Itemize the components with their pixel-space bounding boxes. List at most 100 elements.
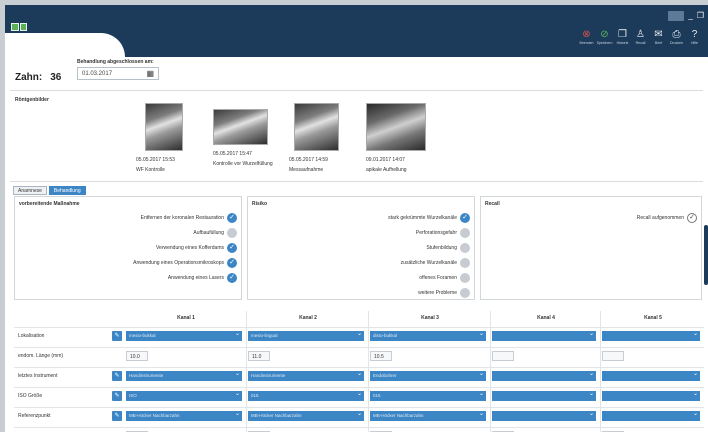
checklist-label: Perforationsgefahr [415,230,457,236]
row-label: endom. Länge (mm) [18,353,64,359]
grid-view-icon[interactable] [668,11,685,21]
checklist-item[interactable]: Anwendung eines Operationsmikroskops ✓ [133,258,237,268]
scrollbar[interactable] [704,225,708,285]
print-icon: ⎙ [672,29,681,40]
dropdown-select[interactable] [602,391,700,401]
number-input[interactable] [602,351,624,361]
xray-image[interactable] [144,103,183,151]
date-field[interactable]: 01.03.2017 ▦ [77,67,159,80]
checklist-label: Anwendung eines Operationsmikroskops [133,260,224,266]
dropdown-select[interactable]: disto-bukkal [370,331,486,341]
dropdown-select[interactable] [602,331,700,341]
dropdown-select[interactable]: 015 [370,391,486,401]
dropdown-select[interactable] [602,411,700,421]
row-divider [14,367,704,368]
check-icon[interactable] [227,228,237,238]
dropdown-select[interactable] [602,371,700,381]
letter-icon: ✉ [654,29,663,40]
dropdown-select[interactable]: Endobohrer [370,371,486,381]
toolbar-label: Hilfe [690,41,698,45]
check-icon[interactable]: ✓ [227,258,237,268]
checklist-item[interactable]: stark gekrümmte Wurzelkanäle ✓ [388,213,470,223]
checklist-item[interactable]: Anwendung eines Lasers ✓ [168,273,237,283]
dropdown-select[interactable]: MB-Höcker Nachbarzahn [248,411,364,421]
xray-image[interactable] [213,109,268,145]
number-input[interactable] [492,351,514,361]
edit-icon[interactable]: ✎ [112,331,122,341]
toolbar-button[interactable]: ⊘ Speichern [597,29,613,45]
calendar-icon[interactable]: ▦ [146,69,154,78]
checklist-item[interactable]: Recall aufgenommen ✓ [637,213,697,223]
divider [10,90,703,91]
checklist-item[interactable]: zusätzliche Wurzelkanäle [401,258,470,268]
toolbar-button[interactable]: ❐ Historie [615,29,630,45]
column-divider [368,311,369,432]
checklist-item[interactable]: Verwendung eines Kofferdams ✓ [156,243,237,253]
check-icon[interactable] [460,228,470,238]
dropdown-select[interactable] [492,371,596,381]
checklist-item[interactable]: Entfernen der koronalen Restauration ✓ [141,213,237,223]
number-input[interactable]: 11.0 [248,351,270,361]
number-input[interactable]: 10.0 [126,351,148,361]
dropdown-select[interactable]: Handinstrumente [126,371,242,381]
edit-icon[interactable]: ✎ [112,391,122,401]
xray-caption: Kontrolle vor Wurzelfüllung [213,161,273,167]
number-input[interactable]: 10.5 [370,351,392,361]
xray-card[interactable]: 05.05.2017 14:59 Messaufnahme [289,103,344,173]
xray-image[interactable] [294,103,339,151]
date-value: 01.03.2017 [82,71,113,77]
dropdown-select[interactable] [492,331,596,341]
dropdown-select[interactable]: mesio-bukkal [126,331,242,341]
save-check-icon: ⊘ [600,29,609,40]
panel-title: Risiko [252,201,268,207]
app-window: _ ❐ ⊗ Beenden ⊘ Speichern ❐ Historie ♙ Recall ✉ B… [5,5,708,432]
check-icon[interactable]: ✓ [460,213,470,223]
checklist-item[interactable]: weitere Probleme [418,288,470,298]
minimize-icon[interactable]: _ [688,11,692,21]
toolbar-button[interactable]: ⊗ Beenden [579,29,594,45]
dropdown-select[interactable]: mesio-lingual [248,331,364,341]
check-icon[interactable] [460,243,470,253]
dropdown-select[interactable]: 015 [248,391,364,401]
row-divider [14,427,704,428]
checklist-item[interactable]: Stufenbildung [426,243,470,253]
dropdown-select[interactable]: MB-Höcker Nachbarzahn [126,411,242,421]
toolbar-button[interactable]: ⎙ Drucken [669,29,684,45]
checklist-item[interactable]: offenes Foramen [419,273,470,283]
xray-date: 05.05.2017 15:53 [136,157,175,163]
check-icon[interactable] [460,288,470,298]
xray-card[interactable]: 05.05.2017 15:47 Kontrolle vor Wurzelfül… [213,103,273,167]
dropdown-select[interactable]: Handinstrumente [248,371,364,381]
edit-icon[interactable]: ✎ [112,371,122,381]
checklist-label: offenes Foramen [419,275,457,281]
check-icon[interactable]: ✓ [687,213,697,223]
check-icon[interactable]: ✓ [227,213,237,223]
toolbar-button[interactable]: ♙ Recall [633,29,648,45]
edit-icon[interactable]: ✎ [112,411,122,421]
tab-behandlung[interactable]: Behandlung [48,186,86,195]
check-icon[interactable]: ✓ [227,273,237,283]
xray-card[interactable]: 05.05.2017 15:53 WF Kontrolle [136,103,191,173]
xray-date: 09.01.2017 14:07 [366,157,405,163]
restore-icon[interactable]: ❐ [697,11,704,21]
tooth-tabs[interactable] [11,23,27,31]
xray-image[interactable] [366,103,426,151]
dropdown-select[interactable]: ISO [126,391,242,401]
toolbar-button[interactable]: ✉ Brief [651,29,666,45]
check-icon[interactable] [460,273,470,283]
checklist-item[interactable]: Aufbaufüllung [193,228,237,238]
roentgen-label: Röntgenbilder [15,97,49,103]
xray-card[interactable]: 09.01.2017 14:07 apikale Aufhellung [366,103,426,173]
tab-anamnese[interactable]: Anamnese [13,186,47,195]
dropdown-select[interactable] [492,391,596,401]
dropdown-select[interactable]: MB-Höcker Nachbarzahn [370,411,486,421]
check-icon[interactable]: ✓ [227,243,237,253]
panel-title: Recall [485,201,500,207]
dropdown-select[interactable] [492,411,596,421]
column-divider [246,311,247,432]
toolbar-button[interactable]: ? Hilfe [687,29,702,45]
header-tab-shape [5,33,125,57]
history-icon: ❐ [618,29,627,40]
check-icon[interactable] [460,258,470,268]
checklist-item[interactable]: Perforationsgefahr [416,228,470,238]
